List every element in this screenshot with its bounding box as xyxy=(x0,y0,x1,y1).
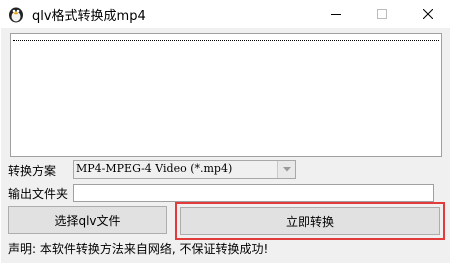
file-list[interactable] xyxy=(10,33,442,157)
close-icon xyxy=(423,9,433,19)
convert-now-button[interactable]: 立即转换 xyxy=(180,207,440,235)
minimize-button[interactable] xyxy=(313,0,359,28)
output-folder-label: 输出文件夹 xyxy=(8,187,69,201)
format-label: 转换方案 xyxy=(8,164,57,178)
disclaimer-text: 声明: 本软件转换方法来自网络, 不保证转换成功! xyxy=(8,242,269,256)
convert-highlight: 立即转换 xyxy=(175,202,445,240)
chevron-down-icon[interactable] xyxy=(277,161,295,178)
format-select-value: MP4-MPEG-4 Video (*.mp4) xyxy=(76,162,233,175)
minimize-icon xyxy=(331,14,341,15)
maximize-button[interactable] xyxy=(359,0,405,28)
focus-rectangle xyxy=(13,40,439,41)
output-folder-field[interactable] xyxy=(73,184,434,202)
window-title: qlv格式转换成mp4 xyxy=(32,9,146,24)
penguin-app-icon xyxy=(7,5,25,23)
maximize-icon xyxy=(377,9,387,19)
close-button[interactable] xyxy=(405,0,451,28)
title-bar[interactable]: qlv格式转换成mp4 xyxy=(0,0,451,28)
select-qlv-file-button[interactable]: 选择qlv文件 xyxy=(8,206,167,234)
client-area: 转换方案 MP4-MPEG-4 Video (*.mp4) 输出文件夹 选择ql… xyxy=(1,28,450,263)
app-window: qlv格式转换成mp4 转换方案 MP4-MPEG-4 Video (*.mp4… xyxy=(0,0,451,264)
format-select[interactable]: MP4-MPEG-4 Video (*.mp4) xyxy=(73,160,296,179)
